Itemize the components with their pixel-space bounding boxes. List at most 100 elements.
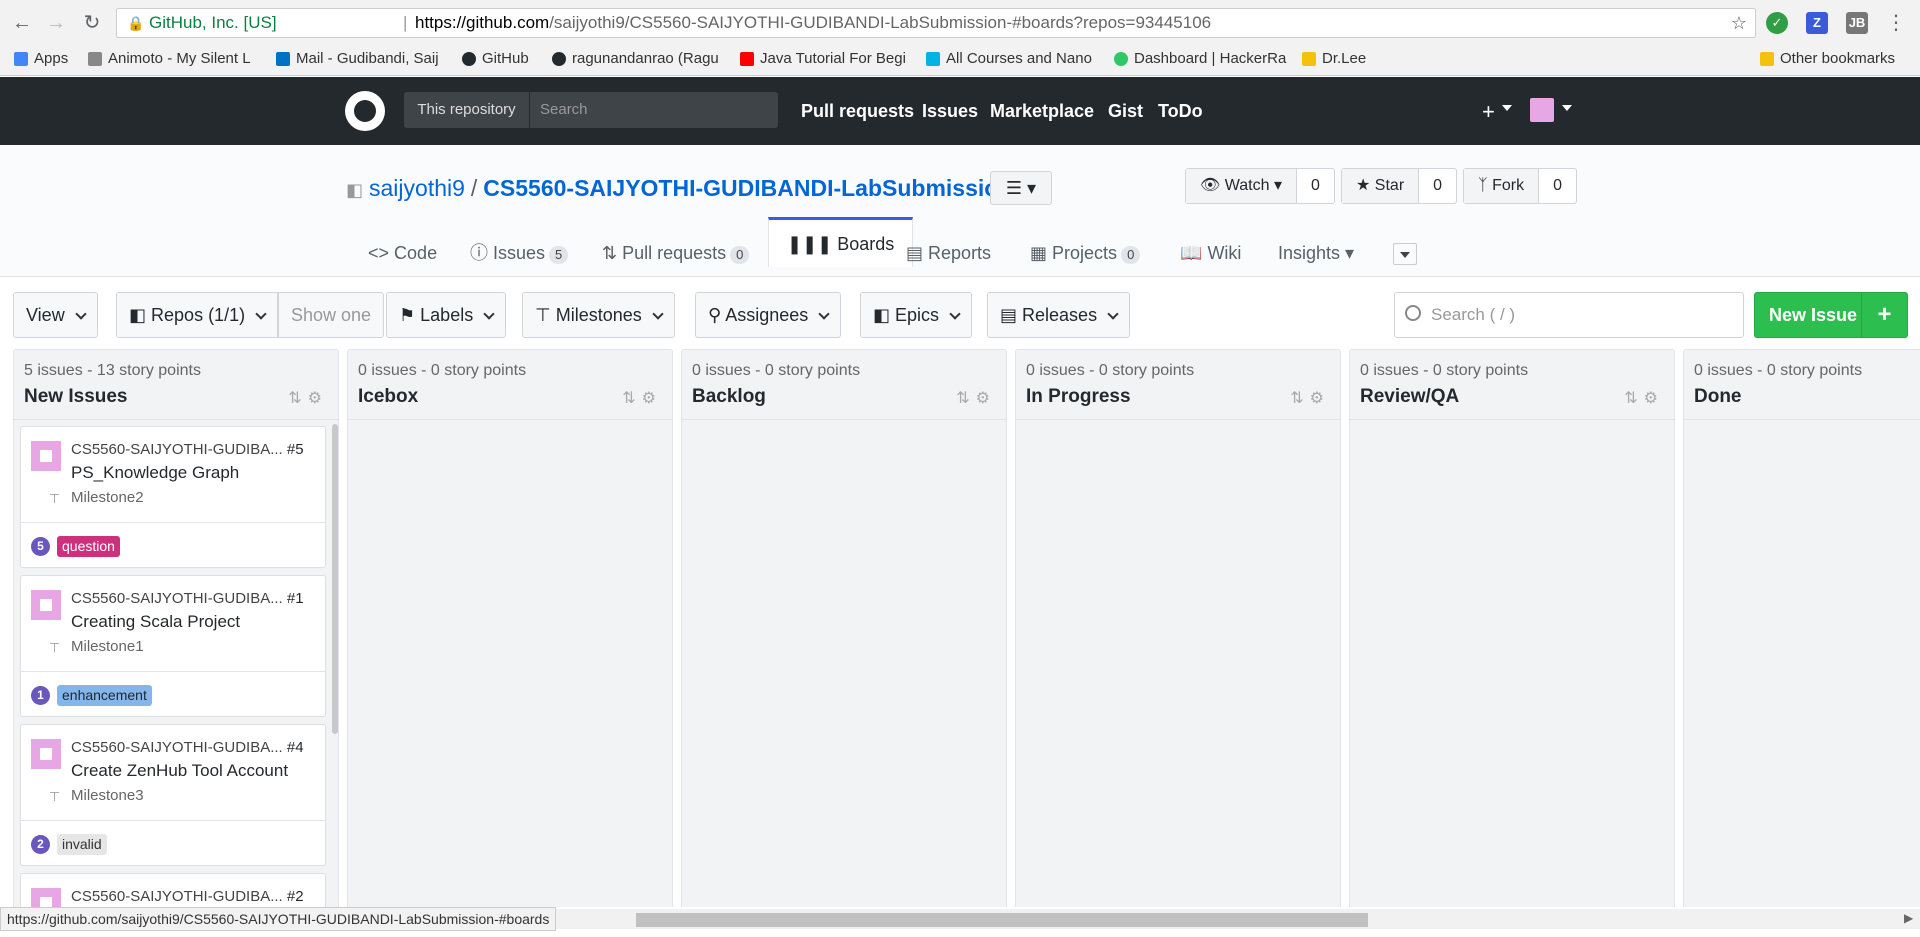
repo-icon: ◧ [346,180,364,200]
menu-kebab-icon[interactable]: ⋮ [1884,11,1908,35]
back-icon[interactable]: ← [10,11,34,35]
bookmark-github[interactable]: GitHub [462,50,529,67]
bookmark-hackerrank[interactable]: Dashboard | HackerRa [1114,50,1286,67]
issue-card[interactable]: CS5560-SAIJYOTHI-GUDIBA... #5 PS_Knowled… [20,426,326,568]
avatar [31,441,61,471]
tab-code[interactable]: <> Code [368,229,437,277]
epics-dropdown[interactable]: ◧ Epics [860,292,973,338]
epic-icon: ◧ [873,305,891,325]
nav-pull-requests[interactable]: Pull requests [801,101,914,122]
chevron-down-icon [652,308,664,320]
tab-wiki[interactable]: 📖 Wiki [1180,229,1241,277]
nav-marketplace[interactable]: Marketplace [990,101,1094,122]
card-repo: CS5560-SAIJYOTHI-GUDIBA... #1 [71,590,304,607]
star-count[interactable]: 0 [1419,169,1456,203]
forward-icon[interactable]: → [44,11,68,35]
check-extension-icon[interactable]: ✓ [1766,12,1788,34]
create-new-icon[interactable]: + [1482,99,1495,125]
avatar[interactable] [1530,98,1554,122]
pipeline-review-qa: 0 issues - 0 story points Review/QA ⇅⚙ [1349,349,1675,907]
card-title[interactable]: Creating Scala Project [71,612,240,632]
scroll-right-icon[interactable]: ▶ [1904,911,1913,925]
pipeline-controls[interactable]: ⇅⚙ [622,388,662,408]
pipeline-scrollbar[interactable] [332,424,338,734]
pipeline-icebox: 0 issues - 0 story points Icebox ⇅⚙ [347,349,673,907]
list-icon: ☰ ▾ [1005,178,1037,198]
releases-dropdown[interactable]: ▤ Releases [987,292,1131,338]
issue-card[interactable]: CS5560-SAIJYOTHI-GUDIBA... #4 Create Zen… [20,724,326,866]
card-title[interactable]: Create ZenHub Tool Account [71,761,288,781]
assignees-dropdown[interactable]: ⚲ Assignees [695,292,842,338]
view-dropdown[interactable]: View [13,292,98,338]
bookmark-apps[interactable]: Apps [14,50,68,67]
pipeline-meta: 0 issues - 0 story points [358,362,527,379]
repo-search[interactable]: This repository Search [404,92,778,128]
tab-reports[interactable]: ▤ Reports [906,229,991,277]
board-search-input[interactable]: Search ( / ) [1394,292,1744,338]
bookmark-drlee[interactable]: Dr.Lee [1302,50,1366,67]
tab-pull-requests[interactable]: ⇅ Pull requests 0 [602,229,750,277]
card-title[interactable]: PS_Knowledge Graph [71,463,239,483]
bookmark-java-tutorial[interactable]: Java Tutorial For Begi [740,50,906,67]
search-scope-label: This repository [404,92,530,128]
browser-chrome: ← → ↻ 🔒 GitHub, Inc. [US] | https://gith… [0,0,1920,76]
fork-button[interactable]: ᛉ Fork [1464,169,1540,203]
code-icon: <> [368,243,390,263]
milestone-icon: ⊤ [49,789,61,804]
issue-card[interactable]: CS5560-SAIJYOTHI-GUDIBA... #2 [20,873,326,907]
star-button[interactable]: ★ Star [1342,169,1420,203]
bookmark-ragunandanrao[interactable]: ragunandanrao (Ragu [552,50,719,67]
chevron-down-icon [1107,308,1119,320]
bookmark-other[interactable]: Other bookmarks [1760,50,1895,67]
fork-count[interactable]: 0 [1539,169,1576,203]
pipeline-backlog: 0 issues - 0 story points Backlog ⇅⚙ [681,349,1007,907]
tab-projects[interactable]: ▦ Projects 0 [1030,229,1141,277]
bookmark-udacity[interactable]: All Courses and Nano [926,50,1092,67]
horizontal-scrollbar-thumb[interactable] [636,913,1368,927]
repo-name-link[interactable]: CS5560-SAIJYOTHI-GUDIBANDI-LabSubmission… [483,175,1020,201]
address-bar[interactable]: 🔒 GitHub, Inc. [US] | https://github.com… [116,8,1756,38]
animoto-icon [88,51,102,66]
card-milestone: Milestone2 [71,489,144,506]
label-question[interactable]: question [57,536,120,557]
pipeline-controls[interactable]: ⇅⚙ [1290,388,1330,408]
label-enhancement[interactable]: enhancement [57,685,152,706]
milestones-dropdown[interactable]: ⊤ Milestones [522,292,675,338]
chevron-down-icon [1502,105,1512,111]
labels-dropdown[interactable]: ⚑ Labels [386,292,507,338]
tab-insights[interactable]: Insights ▾ [1278,229,1354,277]
bookmark-animoto[interactable]: Animoto - My Silent L [88,50,251,67]
watch-button[interactable]: 👁 Watch ▾ [1186,169,1297,203]
pipeline-controls[interactable]: ⇅⚙ [956,388,996,408]
divider [1684,419,1920,420]
reload-icon[interactable]: ↻ [80,11,104,35]
youtube-icon [740,51,754,66]
pipeline-meta: 5 issues - 13 story points [24,362,201,379]
nav-gist[interactable]: Gist [1108,101,1143,122]
zenhub-extension-icon[interactable]: Z [1806,12,1828,34]
pipeline-name: New Issues [24,386,128,407]
issue-card[interactable]: CS5560-SAIJYOTHI-GUDIBA... #1 Creating S… [20,575,326,717]
plus-icon[interactable]: + [1861,293,1907,337]
nav-issues[interactable]: Issues [922,101,978,122]
repos-dropdown[interactable]: ◧ Repos (1/1) [116,292,279,338]
repo-owner-link[interactable]: saijyothi9 [369,175,465,201]
bookmark-mail[interactable]: Mail - Gudibandi, Saij [276,50,439,67]
show-one-button[interactable]: Show one [278,292,385,338]
github-logo-icon[interactable] [345,91,385,131]
pipeline-controls[interactable]: ⇅⚙ [288,388,328,408]
nav-todo[interactable]: ToDo [1158,101,1203,122]
pipeline-controls[interactable]: ⇅⚙ [1624,388,1664,408]
tab-issues[interactable]: ⓘ Issues 5 [470,229,569,277]
label-invalid[interactable]: invalid [57,834,107,855]
repo-menu-button[interactable]: ☰ ▾ [990,171,1052,205]
tab-boards[interactable]: ❚❚❚ Boards [768,217,914,267]
bookmark-star-icon[interactable]: ☆ [1731,9,1747,37]
jb-extension-icon[interactable]: JB [1846,12,1868,34]
search-input[interactable]: Search [540,92,588,128]
watch-count[interactable]: 0 [1297,169,1334,203]
divider [14,419,338,420]
card-repo: CS5560-SAIJYOTHI-GUDIBA... #2 [71,888,304,905]
more-tabs-button[interactable] [1393,243,1417,265]
new-issue-button[interactable]: New Issue + [1754,292,1908,338]
